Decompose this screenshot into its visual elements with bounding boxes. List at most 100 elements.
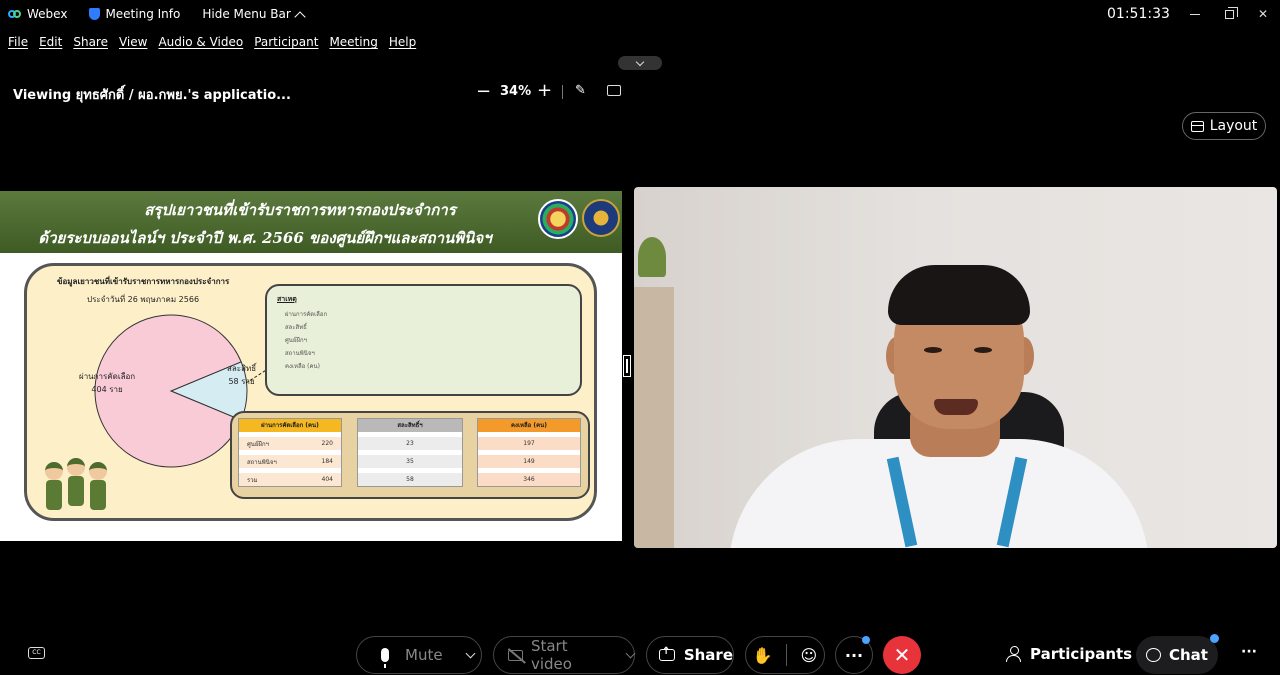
chat-icon [1146, 648, 1161, 662]
waived-table: สละสิทธิ์ฯ 23 35 58 [357, 418, 463, 487]
table-row: ศูนย์ฝึกฯ 220 [239, 437, 341, 450]
table-row: 346 [478, 473, 580, 486]
reason-line: ผ่านการคัดเลือก [285, 311, 328, 318]
popout-icon[interactable] [607, 85, 621, 96]
reasons-title: สาเหตุ [277, 295, 297, 303]
summary-tables: ผ่านการคัดเลือก (คน) ศูนย์ฝึกฯ 220 สถานพิ… [230, 411, 590, 499]
slide-header: สรุปเยาวชนที่เข้ารับราชการทหารกองประจำกา… [0, 191, 622, 253]
person-mouth [934, 399, 978, 415]
table-header: ผ่านการคัดเลือก (คน) [239, 419, 341, 432]
share-label: Share [683, 646, 733, 664]
reactions-icon[interactable]: ☺ [801, 646, 818, 665]
organization-emblem-icon [538, 199, 578, 239]
menu-meeting[interactable]: Meeting [329, 35, 377, 49]
person-eye [974, 347, 992, 353]
table-cell: รวม [247, 476, 258, 484]
chevron-down-icon[interactable] [625, 648, 636, 658]
app-menu[interactable]: Webex [8, 7, 67, 21]
reason-line: สละสิทธิ์ [285, 324, 307, 331]
reason-line: สถานพินิจฯ [285, 350, 315, 357]
table-cell: 404 [321, 476, 333, 483]
minimize-button[interactable] [1178, 4, 1212, 24]
zoom-out-button[interactable]: − [476, 81, 491, 102]
table-cell: สถานพินิจฯ [247, 458, 277, 466]
mute-button[interactable]: Mute [356, 636, 482, 674]
collapse-toolbar-button[interactable] [618, 56, 662, 70]
shared-content[interactable]: สรุปเยาวชนที่เข้ารับราชการทหารกองประจำกา… [0, 191, 622, 541]
video-off-icon [508, 649, 523, 661]
restore-button[interactable] [1212, 4, 1246, 24]
chat-label: Chat [1169, 646, 1208, 664]
table-header: คงเหลือ (คน) [478, 419, 580, 432]
meeting-info-button[interactable]: Meeting Info [89, 7, 180, 21]
chevron-down-icon [635, 57, 645, 66]
hide-menu-bar-button[interactable]: Hide Menu Bar [202, 7, 306, 23]
pie-label-passed-name: ผ่านการคัดเลือก [79, 372, 136, 381]
chat-notification-dot [1210, 634, 1219, 643]
table-row: 23 [358, 437, 462, 450]
microphone-icon [381, 648, 389, 668]
remaining-table: คงเหลือ (คน) 197 149 346 [477, 418, 581, 487]
participants-label: Participants [1030, 645, 1133, 663]
soldier-figure [89, 462, 107, 518]
leave-meeting-button[interactable]: ✕ [883, 636, 921, 674]
chart-heading: ข้อมูลเยาวชนที่เข้ารับราชการทหารกองประจำ… [57, 277, 230, 286]
menu-bar: File Edit Share View Audio & Video Parti… [0, 32, 419, 52]
person-eye [924, 347, 942, 353]
window-controls: ✕ [1178, 4, 1280, 24]
pie-label-waived-value: 58 ราย [228, 377, 255, 386]
viewing-label: Viewing ยุทธศักดิ์ / ผอ.กพย.'s applicati… [13, 88, 291, 103]
more-panels-button[interactable]: ··· [1241, 644, 1257, 660]
restore-icon [1224, 6, 1238, 19]
raise-hand-icon[interactable]: ✋ [753, 646, 773, 665]
meeting-info-label: Meeting Info [105, 7, 181, 21]
layout-icon [1190, 120, 1204, 132]
slide-title-line2: ด้วยระบบออนไลน์ฯ ประจำปี พ.ศ. 2566 ของศู… [38, 229, 492, 247]
hide-menu-bar-label: Hide Menu Bar [202, 7, 291, 21]
table-cell: 184 [321, 458, 333, 465]
meeting-clock: 01:51:33 [1107, 6, 1170, 22]
closed-captions-button[interactable]: CC [28, 647, 45, 659]
menu-help[interactable]: Help [389, 35, 416, 49]
start-video-button[interactable]: Start video [493, 636, 636, 674]
background-shelf [634, 287, 674, 548]
menu-share[interactable]: Share [73, 35, 108, 49]
table-header: สละสิทธิ์ฯ [358, 419, 462, 432]
chat-button[interactable]: Chat [1136, 636, 1218, 674]
pie-label-waived-name: สละสิทธิ์ [227, 364, 257, 373]
participants-button[interactable]: Participants [1006, 645, 1132, 663]
pie-label-passed: ผ่านการคัดเลือก 404 ราย [79, 370, 135, 396]
table-cell: 35 [406, 458, 414, 465]
person-hair [888, 265, 1030, 325]
menu-view[interactable]: View [119, 35, 147, 49]
close-window-button[interactable]: ✕ [1246, 4, 1280, 24]
ministry-seal-icon [582, 199, 620, 237]
minimize-icon [1190, 13, 1200, 15]
table-cell: 23 [406, 440, 414, 447]
chevron-down-icon[interactable] [465, 648, 476, 658]
menu-file[interactable]: File [8, 35, 28, 49]
slide-body: ข้อมูลเยาวชนที่เข้ารับราชการทหารกองประจำ… [24, 263, 597, 521]
table-cell: 58 [406, 476, 414, 483]
title-bar: Webex Meeting Info Hide Menu Bar [0, 0, 1280, 28]
menu-edit[interactable]: Edit [39, 35, 62, 49]
pie-label-passed-value: 404 ราย [91, 385, 123, 394]
menu-audio-video[interactable]: Audio & Video [158, 35, 243, 49]
zoom-level[interactable]: 34% [500, 84, 531, 99]
table-cell: 346 [523, 476, 535, 483]
split-resize-handle[interactable] [623, 355, 631, 377]
menu-participant[interactable]: Participant [254, 35, 318, 49]
webex-logo-icon [8, 8, 22, 20]
shield-icon [89, 8, 101, 20]
layout-button[interactable]: Layout [1182, 112, 1266, 140]
share-button[interactable]: Share [646, 636, 734, 674]
mute-label: Mute [405, 646, 443, 664]
share-viewing-bar: Viewing ยุทธศักดิ์ / ผอ.กพย.'s applicati… [0, 80, 630, 104]
soldier-figure [45, 462, 63, 518]
participant-video[interactable] [634, 187, 1277, 548]
layout-label: Layout [1209, 118, 1258, 134]
zoom-in-button[interactable]: + [537, 80, 552, 101]
pie-label-waived: สละสิทธิ์ 58 ราย [227, 362, 256, 388]
table-row: รวม 404 [239, 473, 341, 486]
annotate-icon[interactable]: ✎ [575, 83, 586, 98]
